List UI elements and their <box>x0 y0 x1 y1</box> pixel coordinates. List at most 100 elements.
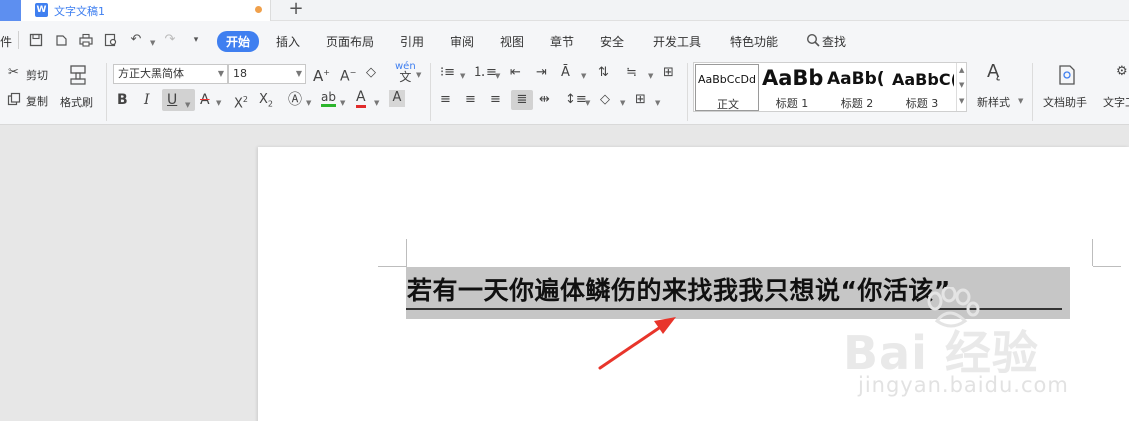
doc-assistant-button[interactable]: 文档助手 <box>1043 94 1087 110</box>
superscript-icon[interactable]: X2 <box>234 92 248 112</box>
text-direction-icon[interactable]: Ā <box>561 65 570 81</box>
font-size-value: 18 <box>233 67 247 80</box>
menu-search[interactable]: 查找 <box>822 33 846 50</box>
menu-security[interactable]: 安全 <box>600 33 624 50</box>
chevron-down-icon[interactable]: ▼ <box>620 99 625 107</box>
text-effect-icon[interactable]: Ⓐ <box>288 92 302 108</box>
align-right-icon[interactable]: ≡ <box>490 92 501 108</box>
menu-file[interactable]: 件 <box>0 33 12 50</box>
increase-indent-icon[interactable]: ⇥ <box>536 65 547 81</box>
customize-quick-access-icon[interactable]: ▾ <box>189 33 203 47</box>
style-normal[interactable]: AaBbCcDd 正文 <box>695 64 759 111</box>
clear-format-icon[interactable]: ◇ <box>366 65 376 81</box>
style-heading-1[interactable]: AaBb 标题 1 <box>760 64 824 111</box>
show-marks-icon[interactable]: ≒ <box>626 65 637 81</box>
chevron-down-icon[interactable]: ▼ <box>585 99 590 107</box>
watermark-url: jingyan.baidu.com <box>858 373 1069 397</box>
chevron-down-icon[interactable]: ▼ <box>416 71 421 79</box>
subscript-icon[interactable]: X2 <box>259 92 273 113</box>
chevron-down-icon[interactable]: ▼ <box>1018 97 1023 105</box>
menu-developer-tools[interactable]: 开发工具 <box>653 33 701 50</box>
cut-button[interactable]: 剪切 <box>26 67 48 83</box>
menu-home[interactable]: 开始 <box>217 31 260 52</box>
chevron-down-icon[interactable]: ▼ <box>495 72 500 80</box>
copy-icon[interactable] <box>7 92 21 111</box>
underline-button[interactable]: U ▼ <box>162 89 195 111</box>
shrink-font-icon[interactable]: A− <box>340 65 356 85</box>
distributed-align-icon[interactable]: ⇹ <box>539 92 550 108</box>
chevron-down-icon[interactable]: ▼ <box>581 72 586 80</box>
justify-icon[interactable]: ≣ <box>511 90 533 110</box>
copy-button[interactable]: 复制 <box>26 93 48 109</box>
style-heading-2[interactable]: AaBb( 标题 2 <box>825 64 889 111</box>
menu-insert[interactable]: 插入 <box>276 33 300 50</box>
strikethrough-icon[interactable]: A <box>200 92 210 108</box>
align-left-icon[interactable]: ≡ <box>440 92 451 108</box>
doc-assistant-icon[interactable] <box>1058 64 1076 91</box>
style-gallery-scroll[interactable]: ▲ ▼ ▼ <box>956 63 966 111</box>
ribbon-divider <box>687 63 688 121</box>
save-icon[interactable] <box>29 33 43 47</box>
chevron-up-icon: ▲ <box>959 66 965 74</box>
document-tab-title: 文字文稿1 <box>54 5 105 18</box>
numbering-icon[interactable]: ⒈≡ <box>473 65 497 81</box>
shading-icon[interactable]: ◇ <box>600 92 610 108</box>
chevron-down-icon[interactable]: ▼ <box>655 99 660 107</box>
export-icon[interactable] <box>54 33 68 47</box>
bold-icon[interactable]: B <box>117 92 128 108</box>
chevron-down-icon[interactable]: ▼ <box>460 72 465 80</box>
chevron-down-icon[interactable]: ▼ <box>306 99 311 107</box>
menu-page-layout[interactable]: 页面布局 <box>326 33 374 50</box>
expand-icon: ▼ <box>959 97 965 105</box>
document-canvas[interactable]: 若有一天你遍体鳞伤的来找我我只想说“你活该” Bai 经验 jingyan.ba… <box>0 125 1129 421</box>
chevron-down-icon[interactable]: ▼ <box>340 99 345 107</box>
margin-corner-mark <box>1092 239 1093 266</box>
print-preview-icon[interactable] <box>104 33 118 47</box>
text-tools-button[interactable]: 文字工 <box>1103 94 1129 110</box>
bullets-icon[interactable]: ⁝≡ <box>440 65 455 81</box>
text-tools-icon[interactable]: ⚙ <box>1116 64 1128 80</box>
sort-icon[interactable]: ⇅ <box>598 65 609 81</box>
table-grid-icon[interactable]: ⊞ <box>663 65 674 81</box>
font-color-icon[interactable]: A <box>356 90 366 108</box>
decrease-indent-icon[interactable]: ⇤ <box>510 65 521 81</box>
menu-sections[interactable]: 章节 <box>550 33 574 50</box>
undo-icon[interactable]: ↶ <box>129 33 143 47</box>
chevron-down-icon[interactable]: ▼ <box>374 99 379 107</box>
new-style-button[interactable]: 新样式 <box>977 94 1010 110</box>
menu-view[interactable]: 视图 <box>500 33 524 50</box>
character-shading-icon[interactable]: A <box>389 90 405 107</box>
line-spacing-icon[interactable]: ↕≡ <box>565 92 587 108</box>
search-icon[interactable] <box>806 33 820 47</box>
menu-special-features[interactable]: 特色功能 <box>730 33 778 50</box>
margin-corner-mark <box>1093 266 1121 267</box>
document-page[interactable]: 若有一天你遍体鳞伤的来找我我只想说“你活该” Bai 经验 jingyan.ba… <box>258 147 1129 421</box>
chevron-down-icon: ▼ <box>217 69 224 78</box>
format-painter-icon[interactable] <box>67 64 89 91</box>
chevron-down-icon[interactable]: ▼ <box>216 99 221 107</box>
borders-icon[interactable]: ⊞ <box>635 92 646 108</box>
italic-icon[interactable]: I <box>144 92 150 108</box>
style-heading-3[interactable]: AaBbC( 标题 3 <box>890 64 954 111</box>
print-icon[interactable] <box>79 33 93 47</box>
menu-references[interactable]: 引用 <box>400 33 424 50</box>
redo-icon[interactable]: ↷ <box>163 33 177 47</box>
highlight-icon[interactable]: ab <box>321 90 336 107</box>
new-style-icon[interactable]: Ą <box>987 63 999 81</box>
font-size-dropdown[interactable]: 18 ▼ <box>228 64 306 84</box>
chevron-down-icon[interactable]: ▼ <box>648 72 653 80</box>
phonetic-guide-icon[interactable]: wén 文 <box>395 62 416 84</box>
format-painter-button[interactable]: 格式刷 <box>60 94 93 110</box>
margin-corner-mark <box>378 266 406 267</box>
undo-dropdown-icon[interactable]: ▼ <box>150 39 155 47</box>
cut-icon[interactable]: ✂ <box>8 65 19 81</box>
align-center-icon[interactable]: ≡ <box>465 92 476 108</box>
document-tab[interactable]: W 文字文稿1 <box>21 0 271 21</box>
new-tab-button[interactable]: + <box>286 0 306 19</box>
grow-font-icon[interactable]: A+ <box>313 65 330 84</box>
style-preview: AaBbC( <box>892 70 954 89</box>
menu-divider <box>18 31 19 49</box>
home-tab[interactable] <box>0 0 21 21</box>
font-name-dropdown[interactable]: 方正大黑简体 ▼ <box>113 64 228 84</box>
menu-review[interactable]: 审阅 <box>450 33 474 50</box>
